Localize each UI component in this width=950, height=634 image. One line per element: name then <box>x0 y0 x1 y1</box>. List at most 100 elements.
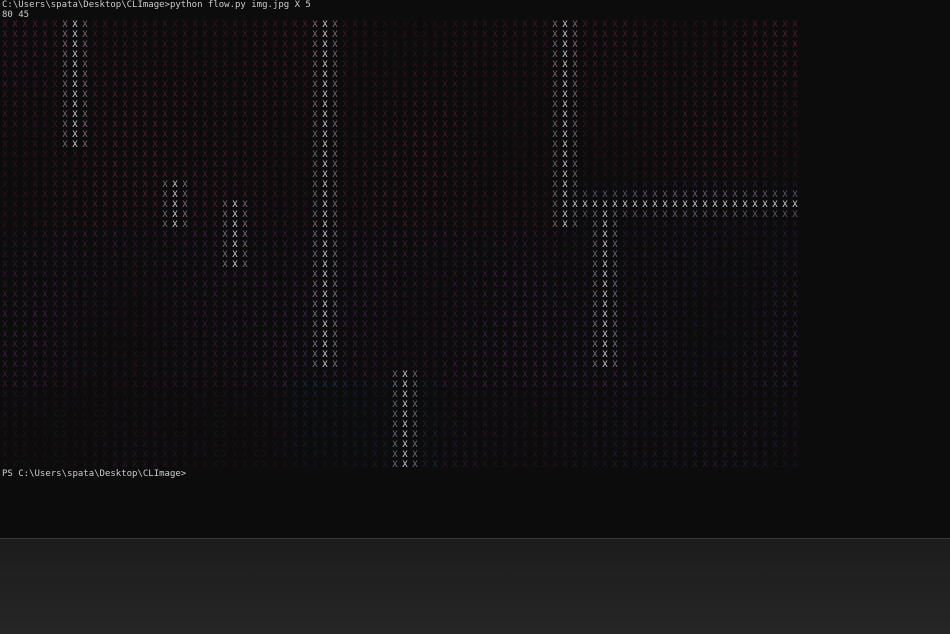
ascii-char: X <box>352 240 358 250</box>
terminal-window[interactable]: C:\Users\spata\Desktop\CLImage>python fl… <box>0 0 950 538</box>
ascii-char: X <box>172 120 178 130</box>
ascii-char: X <box>62 30 68 40</box>
ascii-char: X <box>132 170 138 180</box>
ascii-char: X <box>792 460 798 470</box>
ascii-char: X <box>362 400 368 410</box>
ascii-char: X <box>602 240 608 250</box>
shell-prompt[interactable]: PS C:\Users\spata\Desktop\CLImage> <box>2 469 186 479</box>
ascii-char: X <box>552 30 558 40</box>
ascii-char: X <box>32 220 38 230</box>
ascii-char: X <box>342 130 348 140</box>
ascii-char: X <box>332 410 338 420</box>
ascii-char: X <box>742 130 748 140</box>
ascii-char: X <box>632 200 638 210</box>
ascii-char: X <box>272 230 278 240</box>
ascii-char: X <box>472 300 478 310</box>
ascii-char: X <box>422 20 428 30</box>
ascii-char: X <box>752 440 758 450</box>
ascii-char: X <box>42 140 48 150</box>
ascii-char: X <box>602 140 608 150</box>
ascii-char: X <box>262 80 268 90</box>
ascii-char: X <box>532 450 538 460</box>
ascii-char: X <box>482 360 488 370</box>
ascii-char: X <box>262 400 268 410</box>
ascii-char: X <box>512 180 518 190</box>
ascii-char: X <box>32 150 38 160</box>
ascii-char: X <box>362 370 368 380</box>
ascii-char: X <box>82 330 88 340</box>
ascii-char: X <box>542 210 548 220</box>
ascii-char: X <box>172 110 178 120</box>
ascii-char: X <box>312 160 318 170</box>
ascii-char: X <box>502 300 508 310</box>
ascii-char: X <box>442 170 448 180</box>
ascii-char: X <box>12 70 18 80</box>
ascii-char: X <box>112 20 118 30</box>
ascii-char: X <box>682 190 688 200</box>
ascii-char: X <box>502 320 508 330</box>
ascii-char: X <box>262 460 268 470</box>
ascii-char: X <box>132 430 138 440</box>
ascii-char: X <box>632 370 638 380</box>
ascii-char: X <box>132 270 138 280</box>
ascii-char: X <box>422 170 428 180</box>
ascii-char: X <box>742 240 748 250</box>
ascii-char: X <box>42 170 48 180</box>
ascii-char: X <box>322 90 328 100</box>
ascii-char: X <box>582 40 588 50</box>
ascii-char: X <box>242 90 248 100</box>
ascii-char: X <box>62 210 68 220</box>
ascii-char: X <box>702 180 708 190</box>
ascii-char: X <box>142 160 148 170</box>
ascii-char: X <box>612 100 618 110</box>
ascii-char: X <box>562 360 568 370</box>
ascii-char: X <box>292 440 298 450</box>
ascii-char: X <box>502 140 508 150</box>
ascii-char: X <box>452 70 458 80</box>
ascii-char: X <box>672 430 678 440</box>
ascii-char: X <box>272 170 278 180</box>
ascii-char: X <box>672 180 678 190</box>
ascii-char: X <box>512 240 518 250</box>
ascii-char: X <box>272 210 278 220</box>
ascii-char: X <box>252 90 258 100</box>
ascii-char: X <box>342 230 348 240</box>
ascii-char: X <box>462 220 468 230</box>
ascii-char: X <box>552 260 558 270</box>
ascii-char: X <box>772 140 778 150</box>
ascii-char: X <box>462 170 468 180</box>
ascii-char: X <box>412 230 418 240</box>
ascii-char: X <box>242 390 248 400</box>
ascii-char: X <box>372 250 378 260</box>
ascii-char: X <box>342 150 348 160</box>
ascii-char: X <box>122 390 128 400</box>
ascii-char: X <box>352 400 358 410</box>
ascii-char: X <box>2 220 8 230</box>
ascii-char: X <box>2 170 8 180</box>
ascii-char: X <box>502 230 508 240</box>
ascii-char: X <box>92 420 98 430</box>
ascii-char: X <box>72 220 78 230</box>
ascii-char: X <box>562 230 568 240</box>
ascii-char: X <box>702 80 708 90</box>
ascii-char: X <box>2 300 8 310</box>
ascii-char: X <box>592 460 598 470</box>
ascii-char: X <box>192 440 198 450</box>
ascii-char: X <box>582 120 588 130</box>
ascii-char: X <box>42 120 48 130</box>
ascii-char: X <box>2 60 8 70</box>
ascii-char: X <box>132 100 138 110</box>
ascii-char: X <box>42 430 48 440</box>
ascii-char: X <box>342 270 348 280</box>
ascii-char: X <box>412 330 418 340</box>
ascii-char: X <box>472 370 478 380</box>
ascii-char: X <box>392 160 398 170</box>
ascii-char: X <box>102 70 108 80</box>
ascii-char: X <box>142 150 148 160</box>
ascii-char: X <box>502 330 508 340</box>
ascii-char: X <box>272 410 278 420</box>
ascii-char: X <box>642 460 648 470</box>
ascii-char: X <box>552 400 558 410</box>
ascii-char: X <box>582 210 588 220</box>
ascii-char: X <box>342 340 348 350</box>
